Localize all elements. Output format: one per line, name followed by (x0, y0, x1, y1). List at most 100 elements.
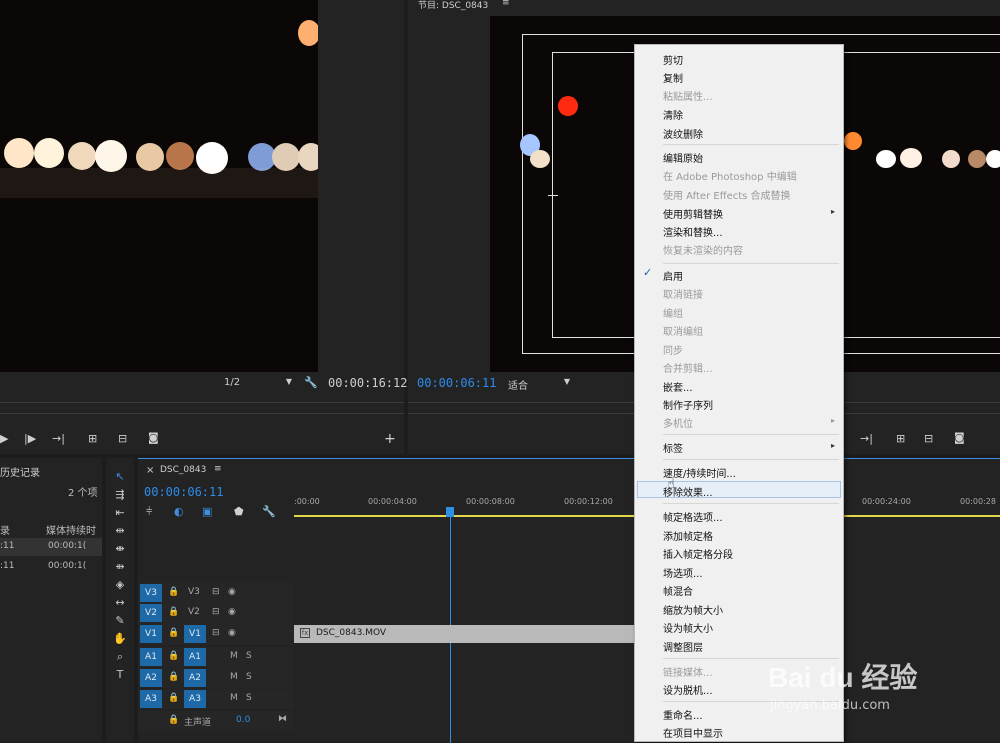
track-target-v1[interactable]: V1 (184, 625, 206, 643)
lock-icon[interactable]: 🔒 (168, 587, 179, 597)
track-label-v2[interactable]: V2 (188, 607, 200, 617)
sync-lock-icon[interactable]: ⊟ (212, 587, 220, 597)
program-timecode[interactable]: 00:00:06:11 (417, 376, 496, 390)
track-target-a3[interactable]: A3 (184, 690, 206, 708)
solo-button[interactable]: S (246, 693, 252, 703)
menu-item[interactable]: 合并剪辑... (663, 360, 713, 375)
lock-icon[interactable]: 🔒 (168, 651, 179, 661)
step-forward-icon[interactable]: |▶ (24, 432, 36, 445)
menu-item[interactable]: 帧定格选项... (663, 509, 723, 524)
zoom-tool-icon[interactable]: ⌕ (112, 650, 128, 664)
menu-item[interactable]: 恢复未渲染的内容 (663, 242, 743, 257)
camera-icon[interactable]: ◙ (954, 431, 965, 444)
menu-item[interactable]: 帧混合 (663, 583, 693, 598)
source-patch-v3[interactable]: V3 (140, 584, 162, 602)
column-name[interactable]: 录 (0, 522, 10, 537)
menu-item[interactable]: 插入帧定格分段 (663, 546, 733, 561)
menu-item[interactable]: 在 Adobe Photoshop 中编辑 (663, 168, 797, 183)
lock-icon[interactable]: 🔒 (168, 672, 179, 682)
menu-item[interactable]: 取消链接 (663, 286, 703, 301)
menu-item[interactable]: 设为帧大小 (663, 620, 713, 635)
track-label-v3[interactable]: V3 (188, 587, 200, 597)
lock-icon[interactable]: 🔒 (168, 607, 179, 617)
source-patch-a1[interactable]: A1 (140, 648, 162, 666)
menu-item[interactable]: 缩放为帧大小 (663, 602, 723, 617)
menu-icon[interactable]: ≡ (502, 0, 510, 8)
rate-stretch-tool-icon[interactable]: ⇼ (112, 542, 128, 555)
marker-icon[interactable]: ⬟ (234, 505, 244, 518)
history-tab[interactable]: 历史记录 (0, 464, 40, 479)
master-volume[interactable]: 0.0 (236, 715, 250, 725)
camera-icon[interactable]: ◙ (148, 431, 159, 444)
snap-icon[interactable]: ⫩ (146, 505, 152, 519)
menu-item[interactable]: 链接媒体... (663, 664, 713, 679)
menu-item[interactable]: 标签 (663, 440, 683, 455)
track-select-tool-icon[interactable]: ⇶ (112, 488, 128, 501)
slide-tool-icon[interactable]: ↔ (112, 596, 128, 609)
menu-item[interactable]: 在项目中显示 (663, 725, 723, 740)
source-patch-v1[interactable]: V1 (140, 625, 162, 643)
slip-tool-icon[interactable]: ◈ (112, 578, 128, 591)
go-to-end-icon[interactable]: ⧓ (278, 714, 287, 724)
menu-item[interactable]: 编组 (663, 305, 683, 320)
menu-item[interactable]: 波纹删除 (663, 126, 703, 141)
lock-icon[interactable]: 🔒 (168, 628, 179, 638)
add-icon[interactable]: + (384, 431, 396, 447)
lift-icon[interactable]: ⊞ (896, 432, 905, 445)
solo-button[interactable]: S (246, 672, 252, 682)
eye-icon[interactable]: ◉ (228, 628, 236, 638)
selection-tool-icon[interactable]: ↖ (112, 470, 128, 483)
go-to-out-icon[interactable]: →| (860, 432, 873, 445)
sync-lock-icon[interactable]: ⊟ (212, 628, 220, 638)
menu-item[interactable]: 取消编组 (663, 323, 703, 338)
solo-button[interactable]: S (246, 651, 252, 661)
timeline-timecode[interactable]: 00:00:06:11 (144, 485, 223, 499)
linked-selection-icon[interactable]: ◐ (174, 505, 184, 518)
close-tab-icon[interactable]: × (146, 465, 154, 476)
source-patch-a3[interactable]: A3 (140, 690, 162, 708)
wrench-icon[interactable]: 🔧 (262, 505, 276, 518)
menu-item[interactable]: 嵌套... (663, 379, 693, 394)
extract-icon[interactable]: ⊟ (924, 432, 933, 445)
go-to-out-icon[interactable]: →| (52, 432, 65, 445)
hand-tool-icon[interactable]: ✋ (112, 632, 128, 645)
resolution-select[interactable]: 1/2 ▼ (224, 377, 292, 391)
list-item[interactable]: :11 00:00:1( (0, 538, 102, 556)
wrench-icon[interactable]: 🔧 (304, 376, 318, 389)
playhead-icon[interactable] (446, 507, 454, 517)
add-marker-icon[interactable]: ▣ (202, 505, 212, 518)
pen-tool-icon[interactable]: ✎ (112, 614, 128, 627)
eye-icon[interactable]: ◉ (228, 607, 236, 617)
timeline-tab[interactable]: DSC_0843 (160, 465, 206, 475)
source-patch-a2[interactable]: A2 (140, 669, 162, 687)
lock-icon[interactable]: 🔒 (168, 693, 179, 703)
timeline-clip[interactable]: fx DSC_0843.MOV (294, 625, 634, 643)
insert-icon[interactable]: ⊞ (88, 432, 97, 445)
menu-item[interactable]: 制作子序列 (663, 397, 713, 412)
fit-select[interactable]: 适合 ▼ (508, 377, 570, 392)
menu-item[interactable]: 编辑原始 (663, 150, 703, 165)
eye-icon[interactable]: ◉ (228, 587, 236, 597)
menu-icon[interactable]: ≡ (214, 464, 222, 474)
source-patch-v2[interactable]: V2 (140, 604, 162, 622)
mute-button[interactable]: M (230, 672, 238, 682)
menu-item[interactable]: 调整图层 (663, 639, 703, 654)
menu-item[interactable]: 设为脱机... (663, 682, 713, 697)
track-target-a1[interactable]: A1 (184, 648, 206, 666)
track-target-a2[interactable]: A2 (184, 669, 206, 687)
list-item[interactable]: :11 00:00:1( (0, 558, 102, 576)
menu-item[interactable]: 渲染和替换... (663, 224, 723, 239)
overwrite-icon[interactable]: ⊟ (118, 432, 127, 445)
mute-button[interactable]: M (230, 651, 238, 661)
rolling-edit-tool-icon[interactable]: ⇹ (112, 524, 128, 537)
sync-lock-icon[interactable]: ⊟ (212, 607, 220, 617)
razor-tool-icon[interactable]: ⇻ (112, 560, 128, 573)
lock-icon[interactable]: 🔒 (168, 715, 179, 725)
menu-item[interactable]: 使用剪辑替换 (663, 206, 723, 221)
play-icon[interactable]: ▶ (0, 432, 8, 445)
menu-item[interactable]: 同步 (663, 342, 683, 357)
menu-item[interactable]: 粘贴属性... (663, 88, 713, 103)
source-scrubber[interactable] (0, 402, 404, 414)
menu-item[interactable]: 场选项... (663, 565, 703, 580)
menu-item[interactable]: 剪切 (663, 52, 683, 67)
